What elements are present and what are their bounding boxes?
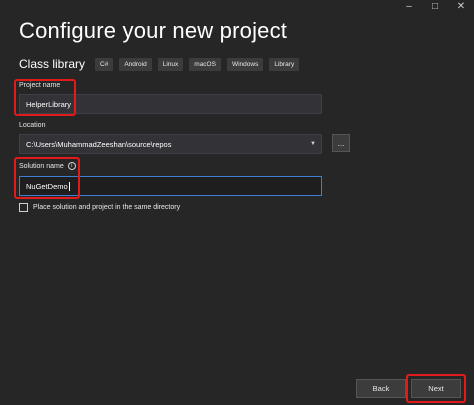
template-info: Class library C# Android Linux macOS Win… <box>19 57 300 71</box>
back-button[interactable]: Back <box>356 379 406 398</box>
close-icon[interactable]: ✕ <box>448 0 474 14</box>
tag-csharp: C# <box>95 57 114 71</box>
window-controls: – □ ✕ <box>396 0 474 14</box>
configure-project-window: – □ ✕ Configure your new project Class l… <box>0 0 474 405</box>
solution-name-label: Solution name <box>19 162 64 170</box>
location-value: C:\Users\MuhammadZeeshan\source\repos <box>26 139 172 149</box>
tag-library: Library <box>269 57 300 71</box>
minimize-icon[interactable]: – <box>396 0 422 14</box>
info-icon[interactable]: i <box>67 162 76 170</box>
same-directory-checkbox[interactable] <box>19 203 28 212</box>
tag-linux: Linux <box>157 57 184 71</box>
project-name-value: HelperLibrary <box>26 99 72 109</box>
solution-name-value: NuGetDemo <box>26 181 68 191</box>
project-name-input[interactable]: HelperLibrary <box>19 94 322 114</box>
page-title: Configure your new project <box>19 18 288 43</box>
tag-android: Android <box>119 57 152 71</box>
text-caret <box>68 181 70 191</box>
solution-name-input[interactable]: NuGetDemo <box>19 176 322 196</box>
location-label: Location <box>19 122 46 129</box>
browse-button[interactable]: ... <box>332 134 350 152</box>
tag-macos: macOS <box>189 57 221 71</box>
project-name-label: Project name <box>19 82 61 89</box>
solution-name-label-row: Solution name i <box>19 162 76 170</box>
tag-windows: Windows <box>226 57 264 71</box>
next-button[interactable]: Next <box>411 379 461 398</box>
chevron-down-icon: ▼ <box>310 141 316 147</box>
same-directory-option[interactable]: Place solution and project in the same d… <box>19 203 180 212</box>
template-name: Class library <box>19 57 86 71</box>
same-directory-label: Place solution and project in the same d… <box>33 204 181 211</box>
location-select[interactable]: C:\Users\MuhammadZeeshan\source\repos ▼ <box>19 134 322 154</box>
maximize-icon[interactable]: □ <box>422 0 448 14</box>
